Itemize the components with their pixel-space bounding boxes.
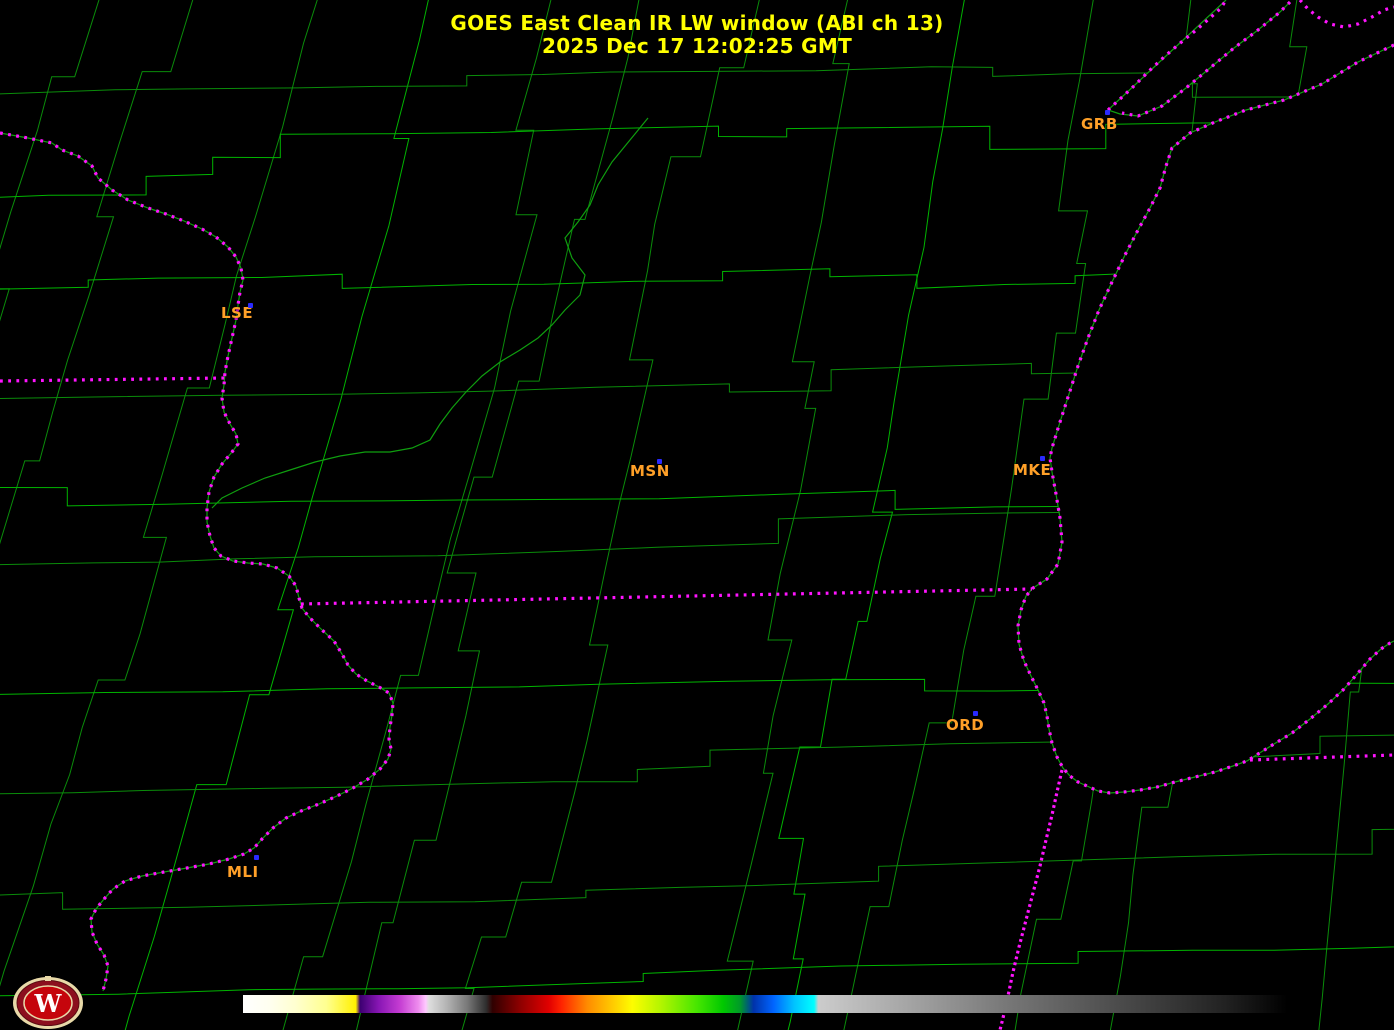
title-line-product: GOES East Clean IR LW window (ABI ch 13)	[450, 11, 944, 35]
crest-letter: W	[34, 989, 63, 1018]
station-dot-LSE	[248, 303, 253, 308]
mississippi-river-line	[0, 132, 394, 992]
station-label-MSN: MSN	[630, 462, 670, 480]
station-dot-MLI	[254, 855, 259, 860]
border-wi-il	[300, 587, 1033, 606]
station-label-GRB: GRB	[1081, 115, 1118, 133]
border-il-in	[998, 769, 1064, 1030]
station-dot-MSN	[657, 459, 662, 464]
colorbar	[243, 995, 1287, 1013]
image-title: GOES East Clean IR LW window (ABI ch 13)…	[0, 12, 1394, 58]
station-dot-MKE	[1040, 456, 1045, 461]
title-line-timestamp: 2025 Dec 17 12:02:25 GMT	[541, 34, 853, 58]
border-mississippi-river	[0, 131, 395, 992]
map-overlay-graphics	[0, 0, 1394, 1030]
wisconsin-river-line	[211, 117, 649, 509]
uw-crest-icon: W	[13, 976, 83, 1029]
station-dot-GRB	[1105, 110, 1110, 115]
station-label-MLI: MLI	[227, 863, 259, 881]
lake-michigan-water	[1018, 45, 1394, 793]
satellite-image-viewport: GOES East Clean IR LW window (ABI ch 13)…	[0, 0, 1394, 1030]
border-mn-ia	[0, 376, 227, 383]
aos-logo: W Department of Atmospheric and Oceanic …	[6, 976, 366, 1030]
station-label-ORD: ORD	[946, 716, 985, 734]
station-label-MKE: MKE	[1013, 461, 1052, 479]
station-dot-ORD	[973, 711, 978, 716]
